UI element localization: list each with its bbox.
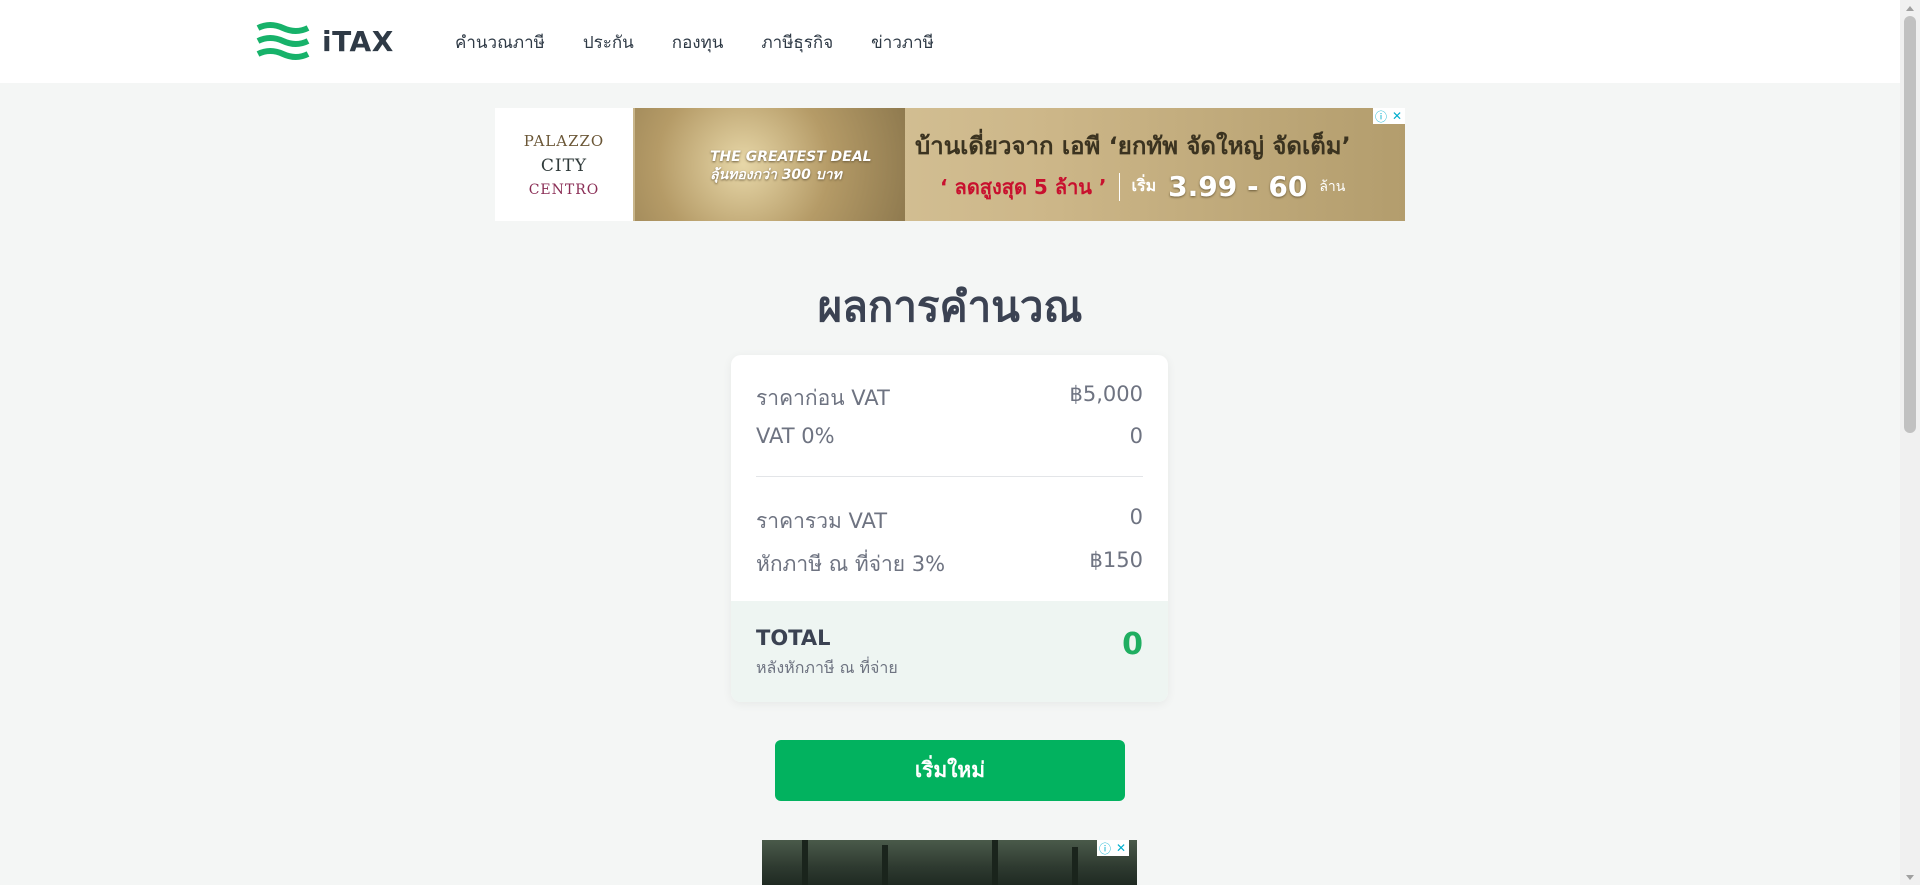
divider [756,476,1143,477]
row-value: ฿5,000 [1069,382,1143,406]
ad-price-unit: ล้าน [1319,178,1346,195]
close-icon[interactable]: ✕ [1389,108,1405,124]
page-title: ผลการคำนวณ [817,282,1083,331]
info-icon[interactable]: ⓘ [1097,840,1113,856]
itax-logo[interactable]: iTAX [256,20,394,62]
ad-brand-panel: PALAZZO CITY CENTRO [495,108,633,221]
ad-tagline-2: ลุ้นทองกว่า 300 บาท [710,167,842,183]
row-label: หักภาษี ณ ที่จ่าย 3% [756,552,946,576]
result-row-price-before-vat: ราคาก่อน VAT ฿5,000 [756,382,1143,415]
scrollbar-thumb[interactable] [1904,16,1916,433]
scroll-down-arrow-icon[interactable] [1900,869,1920,885]
ad-offer: ‘ ลดสูงสุด 5 ล้าน ’ เริ่ม 3.99 - 60 ล้าน [940,170,1345,203]
scroll-up-arrow-icon[interactable] [1900,0,1920,16]
total-section: TOTAL หลังหักภาษี ณ ที่จ่าย 0 [731,601,1168,702]
ad-choices: ⓘ ✕ [1373,108,1405,124]
itax-waves-logo-icon [256,22,310,60]
ad-palm-trunk [882,845,888,885]
logo-text: iTAX [322,24,394,58]
total-value: 0 [1122,627,1143,662]
bottom-ad-banner[interactable]: ⓘ ✕ [762,840,1137,885]
row-value: 0 [1129,424,1143,448]
ad-headline: บ้านเดี่ยวจาก เอพี ‘ยกทัพ จัดใหญ่ จัดเต็… [915,132,1351,160]
ad-tagline: THE GREATEST DEAL ลุ้นทองกว่า 300 บาท [710,148,872,184]
vertical-scrollbar[interactable] [1900,0,1920,885]
result-row-withholding-tax: หักภาษี ณ ที่จ่าย 3% ฿150 [756,548,1143,581]
total-sublabel: หลังหักภาษี ณ ที่จ่าย [756,658,898,677]
ad-brand-palazzo: PALAZZO [523,131,605,150]
ad-discount: ‘ ลดสูงสุด 5 ล้าน ’ [940,174,1107,199]
nav-funds[interactable]: กองทุน [672,29,724,56]
nav-insurance[interactable]: ประกัน [583,29,634,56]
top-navbar: iTAX คำนวณภาษี ประกัน กองทุน ภาษีธุรกิจ … [0,0,1900,83]
nav-business-tax[interactable]: ภาษีธุรกิจ [761,29,833,56]
row-label: VAT 0% [756,424,835,448]
ad-tagline-1: THE GREATEST DEAL [710,149,872,165]
total-label: TOTAL [756,626,831,650]
result-card: ราคาก่อน VAT ฿5,000 VAT 0% 0 ราคารวม VAT… [731,355,1168,702]
ad-separator [1118,172,1120,201]
row-value: ฿150 [1089,548,1143,572]
main-nav: คำนวณภาษี ประกัน กองทุน ภาษีธุรกิจ ข่าวภ… [455,29,934,56]
ad-price-range: 3.99 - 60 [1168,170,1308,203]
ad-choices: ⓘ ✕ [1097,840,1129,856]
info-icon[interactable]: ⓘ [1373,108,1389,124]
row-label: ราคาก่อน VAT [756,386,890,410]
nav-tax-calculator[interactable]: คำนวณภาษี [455,29,545,56]
reset-button[interactable]: เริ่มใหม่ [775,740,1125,801]
ad-brand-city: CITY [540,155,588,176]
ad-palm-trunk [1072,847,1078,885]
ad-palm-trunk [802,840,808,885]
ad-price-label: เริ่ม [1131,176,1157,195]
row-label: ราคารวม VAT [756,509,888,533]
result-row-vat: VAT 0% 0 [756,424,1143,448]
result-row-price-incl-vat: ราคารวม VAT 0 [756,505,1143,538]
top-ad-banner[interactable]: PALAZZO CITY CENTRO THE GREATEST DEAL ลุ… [495,108,1405,221]
row-value: 0 [1129,505,1143,529]
nav-tax-news[interactable]: ข่าวภาษี [871,29,934,56]
ad-brand-centro: CENTRO [528,181,600,198]
close-icon[interactable]: ✕ [1113,840,1129,856]
ad-palm-trunk [992,840,998,885]
